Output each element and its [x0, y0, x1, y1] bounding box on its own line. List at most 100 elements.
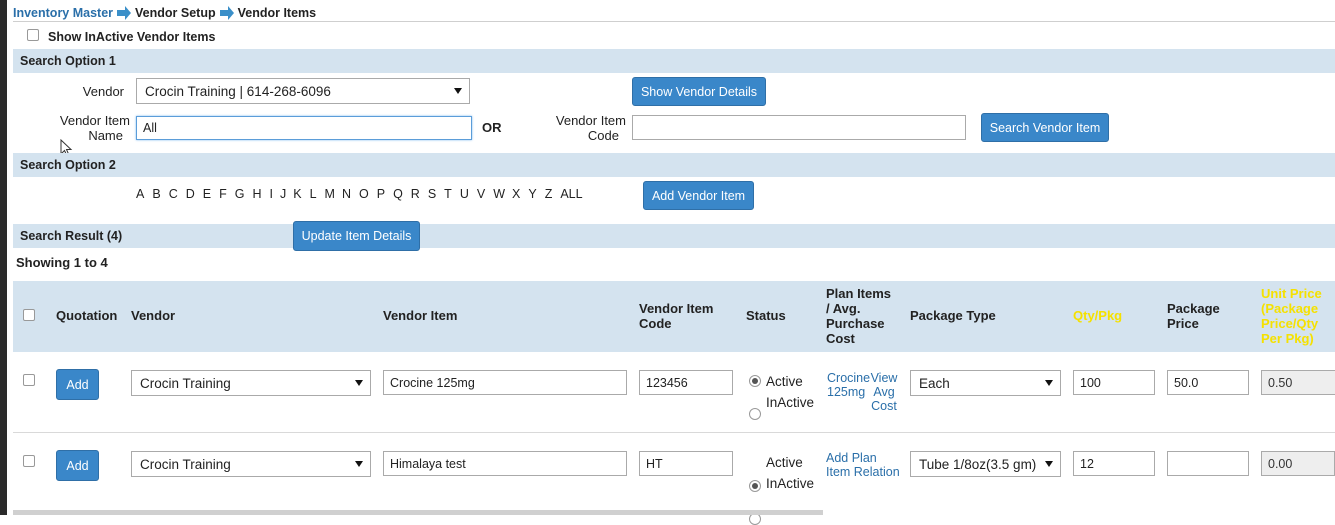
- vendor-item-code-input[interactable]: HT: [639, 451, 733, 476]
- horizontal-scrollbar[interactable]: [13, 510, 823, 515]
- vendor-label: Vendor: [82, 84, 124, 99]
- letter-filter-g[interactable]: G: [235, 187, 245, 201]
- header-plan-line2: / Avg.: [826, 301, 861, 316]
- breadcrumb-vendor-setup[interactable]: Vendor Setup: [135, 6, 216, 20]
- plan-item-line2: 125mg: [827, 385, 866, 399]
- letter-filter-k[interactable]: K: [293, 187, 301, 201]
- letter-filter-u[interactable]: U: [460, 187, 469, 201]
- letter-filter-w[interactable]: W: [493, 187, 505, 201]
- package-type-select[interactable]: Each: [910, 370, 1061, 396]
- header-unit-price: Unit Price (Package Price/Qty Per Pkg): [1261, 286, 1322, 346]
- header-plan-line4: Cost: [826, 331, 855, 346]
- package-type-select[interactable]: Tube 1/8oz(3.5 gm): [910, 451, 1061, 477]
- letter-filter-z[interactable]: Z: [545, 187, 553, 201]
- vendor-item-code-label-line1: Vendor Item: [555, 113, 626, 128]
- chevron-down-icon: [1045, 461, 1053, 467]
- letter-filter-h[interactable]: H: [252, 187, 261, 201]
- add-quotation-button[interactable]: Add: [56, 450, 99, 481]
- row-vendor-select[interactable]: Crocin Training: [131, 451, 371, 477]
- breadcrumb-inventory-master[interactable]: Inventory Master: [13, 6, 113, 20]
- arrow-right-icon: [117, 6, 132, 20]
- select-all-checkbox[interactable]: [23, 309, 35, 321]
- header-unit-line2: (Package: [1261, 301, 1319, 316]
- letter-filter-a[interactable]: A: [136, 187, 144, 201]
- or-label: OR: [482, 120, 502, 135]
- header-plan-line1: Plan Items: [826, 286, 892, 301]
- letter-filter-t[interactable]: T: [444, 187, 452, 201]
- qty-per-pkg-input[interactable]: 100: [1073, 370, 1155, 395]
- header-vendor-item: Vendor Item: [383, 308, 458, 323]
- package-type-value: Tube 1/8oz(3.5 gm): [919, 456, 1037, 472]
- view-avg-cost-link[interactable]: View Avg Cost: [868, 371, 900, 413]
- showing-count: Showing 1 to 4: [16, 255, 108, 270]
- letter-filter-v[interactable]: V: [477, 187, 485, 201]
- show-inactive-checkbox[interactable]: [27, 29, 39, 41]
- status-active-radio[interactable]: [749, 480, 761, 492]
- arrow-right-icon: [219, 6, 234, 20]
- vendor-item-name-label-line1: Vendor Item: [59, 113, 130, 128]
- letter-filter-j[interactable]: J: [280, 187, 286, 201]
- package-price-input[interactable]: [1167, 451, 1249, 476]
- status-inactive-label: InActive: [766, 476, 815, 491]
- show-vendor-details-button[interactable]: Show Vendor Details: [632, 77, 766, 106]
- view-avg-cost-line3: Cost: [871, 399, 897, 413]
- letter-filter-m[interactable]: M: [325, 187, 335, 201]
- header-quotation: Quotation: [56, 308, 118, 323]
- show-inactive-label: Show InActive Vendor Items: [48, 30, 216, 44]
- header-package-type: Package Type: [910, 308, 996, 323]
- letter-filter-y[interactable]: Y: [528, 187, 536, 201]
- package-type-value: Each: [919, 375, 950, 391]
- vendor-select[interactable]: Crocin Training | 614-268-6096: [136, 78, 470, 104]
- vendor-item-code-input[interactable]: 123456: [639, 370, 733, 395]
- add-vendor-item-button[interactable]: Add Vendor Item: [643, 181, 754, 210]
- vendor-item-input[interactable]: Himalaya test: [383, 451, 627, 476]
- chevron-down-icon: [355, 380, 363, 386]
- header-unit-line3: Price/Qty: [1261, 316, 1319, 331]
- letter-filter-all[interactable]: ALL: [560, 187, 582, 201]
- add-quotation-button[interactable]: Add: [56, 369, 99, 400]
- add-plan-item-relation-link[interactable]: Add Plan Item Relation: [826, 451, 900, 479]
- status-inactive-radio[interactable]: [749, 408, 761, 420]
- letter-filter-b[interactable]: B: [152, 187, 160, 201]
- vendor-item-input[interactable]: Crocine 125mg: [383, 370, 627, 395]
- letter-filter-r[interactable]: R: [411, 187, 420, 201]
- qty-per-pkg-input[interactable]: 12: [1073, 451, 1155, 476]
- letter-filter-l[interactable]: L: [310, 187, 317, 201]
- chevron-down-icon: [454, 88, 462, 94]
- letter-filter-e[interactable]: E: [203, 187, 211, 201]
- letter-filter-f[interactable]: F: [219, 187, 227, 201]
- plan-item-link[interactable]: Crocine 125mg: [827, 371, 870, 399]
- vendor-item-code-input[interactable]: [632, 115, 966, 140]
- search-option-2-header: Search Option 2: [13, 153, 1335, 177]
- header-status: Status: [746, 308, 786, 323]
- unit-price-field: 0.00: [1261, 451, 1335, 476]
- alphabet-filter: A B C D E F G H I J K L M N O P Q R S T U V W X Y Z ALL: [136, 187, 583, 201]
- letter-filter-c[interactable]: C: [169, 187, 178, 201]
- status-active-label: Active: [766, 374, 803, 389]
- letter-filter-d[interactable]: D: [186, 187, 195, 201]
- letter-filter-s[interactable]: S: [428, 187, 436, 201]
- vendor-item-code-label: Vendor Item Code: [540, 113, 626, 143]
- header-vendor-item-code: Vendor Item Code: [639, 301, 713, 331]
- vendor-item-name-label: Vendor Item Name: [44, 113, 130, 143]
- update-item-details-button[interactable]: Update Item Details: [293, 221, 420, 251]
- letter-filter-n[interactable]: N: [342, 187, 351, 201]
- package-price-input[interactable]: 50.0: [1167, 370, 1249, 395]
- breadcrumb-vendor-items: Vendor Items: [237, 6, 317, 20]
- letter-filter-x[interactable]: X: [512, 187, 520, 201]
- view-avg-cost-line2: Avg: [873, 385, 895, 399]
- letter-filter-q[interactable]: Q: [393, 187, 403, 201]
- row-checkbox[interactable]: [23, 455, 35, 467]
- header-qty-pkg: Qty/Pkg: [1073, 308, 1123, 323]
- vendor-item-name-input[interactable]: All: [136, 116, 472, 140]
- letter-filter-p[interactable]: P: [377, 187, 385, 201]
- letter-filter-i[interactable]: I: [270, 187, 273, 201]
- letter-filter-o[interactable]: O: [359, 187, 369, 201]
- add-plan-line2: Item Relation: [826, 465, 900, 479]
- search-vendor-item-button[interactable]: Search Vendor Item: [981, 113, 1109, 142]
- status-active-radio[interactable]: [749, 375, 761, 387]
- divider: [13, 21, 1335, 22]
- header-code-line2: Code: [639, 316, 672, 331]
- row-vendor-select[interactable]: Crocin Training: [131, 370, 371, 396]
- row-checkbox[interactable]: [23, 374, 35, 386]
